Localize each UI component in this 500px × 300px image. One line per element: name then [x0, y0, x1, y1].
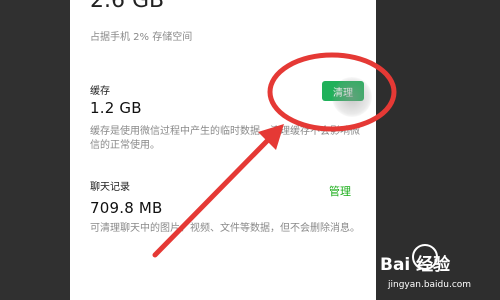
chat-history-description: 可清理聊天中的图片、视频、文件等数据，但不会删除消息。: [90, 223, 360, 234]
cache-size: 1.2 GB: [90, 99, 142, 117]
left-background: [0, 0, 70, 300]
chat-history-size: 709.8 MB: [90, 199, 163, 217]
cache-title: 缓存: [90, 86, 110, 97]
storage-total: 2.6 GB: [90, 0, 165, 13]
chat-history-title: 聊天记录: [90, 182, 130, 193]
storage-usage-desc: 占据手机 2% 存储空间: [90, 32, 193, 43]
touch-indicator: [332, 77, 372, 117]
storage-panel: 2.6 GB 占据手机 2% 存储空间 缓存 1.2 GB 清理 缓存是使用微信…: [70, 0, 376, 300]
watermark-brand: Bai 经验: [380, 255, 451, 275]
cache-description: 缓存是使用微信过程中产生的临时数据，清理缓存不会影响微信的正常使用。: [90, 126, 360, 151]
watermark-url: jingyan.baidu.com: [388, 280, 472, 290]
manage-chat-link[interactable]: 管理: [329, 183, 351, 199]
